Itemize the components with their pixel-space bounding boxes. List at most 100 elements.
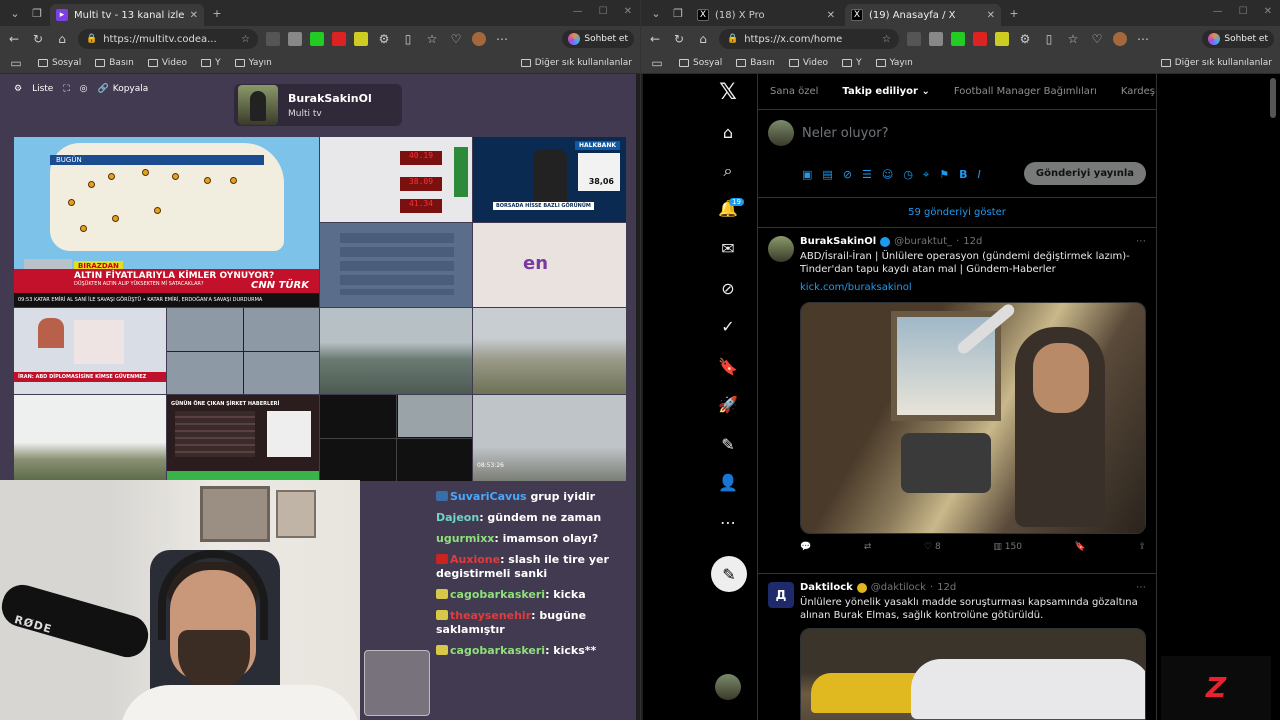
reply-icon[interactable]: 💬 xyxy=(800,542,811,552)
italic-icon[interactable]: I xyxy=(977,168,980,182)
video-en[interactable]: en xyxy=(473,223,626,307)
tab-menu-icon[interactable]: ⌄ xyxy=(6,4,24,22)
grok-icon[interactable]: ⊘ xyxy=(717,278,739,300)
tab-multitv[interactable]: ▸ Multi tv - 13 kanal izleniyor ✕ xyxy=(50,4,204,26)
gif-icon[interactable]: ▤ xyxy=(822,168,832,182)
bookmark-folder[interactable]: Sosyal xyxy=(38,58,81,68)
video-cnn-turk[interactable]: BUGÜN BIRAZDAN ALTIN FİYATLARIYLA KİMLER… xyxy=(14,137,319,307)
video-fog-cam[interactable] xyxy=(14,395,166,481)
address-bar[interactable]: 🔒 https://multitv.codea... ☆ xyxy=(78,29,258,49)
favorites-icon[interactable]: ☆ xyxy=(1065,32,1081,46)
post-button[interactable]: Gönderiyi yayınla xyxy=(1023,162,1146,185)
video-price-board[interactable]: 40.19 38.09 41.34 xyxy=(320,137,472,222)
split-screen-icon[interactable]: ▯ xyxy=(400,32,416,46)
avatar[interactable]: Д xyxy=(768,582,794,608)
compose-input[interactable]: Neler oluyor? xyxy=(802,126,889,141)
scrollbar[interactable] xyxy=(1270,78,1276,118)
home-icon[interactable]: ⌂ xyxy=(54,32,70,46)
split-screen-icon[interactable]: ▯ xyxy=(1041,32,1057,46)
close-tab-icon[interactable]: ✕ xyxy=(827,10,835,21)
minimize-icon[interactable]: — xyxy=(573,6,583,17)
video-weather[interactable] xyxy=(320,223,472,307)
fullscreen-icon[interactable]: ⛶ xyxy=(63,84,69,94)
bookmark-folder[interactable]: Video xyxy=(788,58,828,68)
more-icon[interactable]: ⋯ xyxy=(1135,32,1151,46)
grok-icon[interactable]: ⊘ xyxy=(843,168,852,182)
image-icon[interactable]: ▣ xyxy=(802,168,812,182)
tab-for-you[interactable]: Sana özel xyxy=(758,74,830,109)
bookmark-folder[interactable]: Y xyxy=(842,58,862,68)
tweet-image[interactable] xyxy=(800,628,1146,720)
copilot-chat-button[interactable]: Sohbet et xyxy=(562,30,634,48)
author-name[interactable]: Daktilock xyxy=(800,582,853,593)
collections-icon[interactable]: ♡ xyxy=(448,32,464,46)
bookmarks-icon[interactable]: 🔖 xyxy=(717,356,739,378)
refresh-icon[interactable]: ↻ xyxy=(30,32,46,46)
minimize-icon[interactable]: — xyxy=(1213,6,1223,17)
tab-x-home[interactable]: X (19) Anasayfa / X ✕ xyxy=(845,4,1001,26)
list-button[interactable]: Liste xyxy=(32,84,53,94)
drafts-icon[interactable]: ✎ xyxy=(717,434,739,456)
other-bookmarks[interactable]: Diğer sık kullanılanlar xyxy=(1160,58,1272,68)
x-logo-icon[interactable]: 𝕏 xyxy=(717,82,739,104)
more-icon[interactable]: ⋯ xyxy=(1136,236,1146,247)
profile-avatar-icon[interactable] xyxy=(1113,32,1127,46)
favorites-icon[interactable]: ☆ xyxy=(424,32,440,46)
show-new-posts[interactable]: 59 gönderiyi göster xyxy=(758,198,1156,228)
tweet[interactable]: BurakSakinOl @buraktut_ · 12d ⋯ ABD/İsra… xyxy=(758,228,1156,574)
sync-icon[interactable]: ◎ xyxy=(80,84,88,94)
video-news-ekol[interactable]: İRAN: ABD DİPLOMASİSİNE KİMSE GÜVENMEZ xyxy=(14,308,166,394)
tab-actions-icon[interactable]: ▭ xyxy=(8,56,24,70)
window-close-icon[interactable]: ✕ xyxy=(1264,6,1272,17)
settings-icon[interactable]: ⚙ xyxy=(14,84,22,94)
extension-icon[interactable] xyxy=(907,32,921,46)
more-icon[interactable]: ⋯ xyxy=(494,32,510,46)
tab-following[interactable]: Takip ediliyor ⌄ xyxy=(830,74,941,109)
address-bar[interactable]: 🔒 https://x.com/home ☆ xyxy=(719,29,899,49)
maximize-icon[interactable]: ☐ xyxy=(599,6,608,17)
account-avatar[interactable] xyxy=(715,674,741,700)
favorite-star-icon[interactable]: ☆ xyxy=(241,34,250,45)
author-handle[interactable]: @buraktut_ xyxy=(894,236,952,247)
video-sky-cam[interactable]: 08:53:26 xyxy=(473,395,626,481)
workspaces-icon[interactable]: ❐ xyxy=(669,4,687,22)
extension-icon[interactable] xyxy=(951,32,965,46)
tab-football-manager[interactable]: Football Manager Bağımlıları xyxy=(942,74,1109,109)
schedule-icon[interactable]: ◷ xyxy=(903,168,913,182)
back-icon[interactable]: ← xyxy=(6,32,22,46)
more-options-icon[interactable]: ⋯ xyxy=(717,512,739,534)
repost-icon[interactable]: ⇄ xyxy=(864,542,872,552)
tweet-time[interactable]: 12d xyxy=(963,236,982,247)
favorite-star-icon[interactable]: ☆ xyxy=(882,34,891,45)
tweet[interactable]: Д Daktilock @daktilock · 12d ⋯ Ünlülere … xyxy=(758,574,1156,720)
bookmark-folder[interactable]: Yayın xyxy=(875,58,913,68)
verified-icon[interactable]: ✓ xyxy=(717,316,739,338)
extension-icon[interactable] xyxy=(973,32,987,46)
extensions-icon[interactable]: ⚙ xyxy=(1017,32,1033,46)
bookmark-folder[interactable]: Video xyxy=(147,58,187,68)
emoji-icon[interactable]: ☺ xyxy=(882,168,893,182)
tab-x-pro[interactable]: X (18) X Pro ✕ xyxy=(691,4,841,26)
bookmark-folder[interactable]: Yayın xyxy=(234,58,272,68)
author-name[interactable]: BurakSakinOl xyxy=(800,236,876,247)
close-tab-icon[interactable]: ✕ xyxy=(987,10,995,21)
tab-kardesler[interactable]: Kardeşler Kira xyxy=(1109,74,1156,109)
extensions-icon[interactable]: ⚙ xyxy=(376,32,392,46)
collections-icon[interactable]: ♡ xyxy=(1089,32,1105,46)
profile-avatar-icon[interactable] xyxy=(472,32,486,46)
close-tab-icon[interactable]: ✕ xyxy=(190,10,198,21)
extension-icon[interactable] xyxy=(929,32,943,46)
video-halkbank[interactable]: HALKBANK 38,06 BORSADA HİSSE BAZLI GÖRÜN… xyxy=(473,137,626,222)
bookmark-icon[interactable]: 🔖 xyxy=(1075,542,1086,552)
copilot-chat-button[interactable]: Sohbet et xyxy=(1202,30,1274,48)
tweet-time[interactable]: 12d xyxy=(937,582,956,593)
home-icon[interactable]: ⌂ xyxy=(695,32,711,46)
messages-icon[interactable]: ✉ xyxy=(717,238,739,260)
workspaces-icon[interactable]: ❐ xyxy=(28,4,46,22)
extension-icon[interactable] xyxy=(266,32,280,46)
video-city-cam[interactable] xyxy=(320,308,472,394)
more-icon[interactable]: ⋯ xyxy=(1136,582,1146,593)
extension-icon[interactable] xyxy=(354,32,368,46)
avatar[interactable] xyxy=(768,236,794,262)
like-button[interactable]: ♡ 8 xyxy=(924,542,941,552)
